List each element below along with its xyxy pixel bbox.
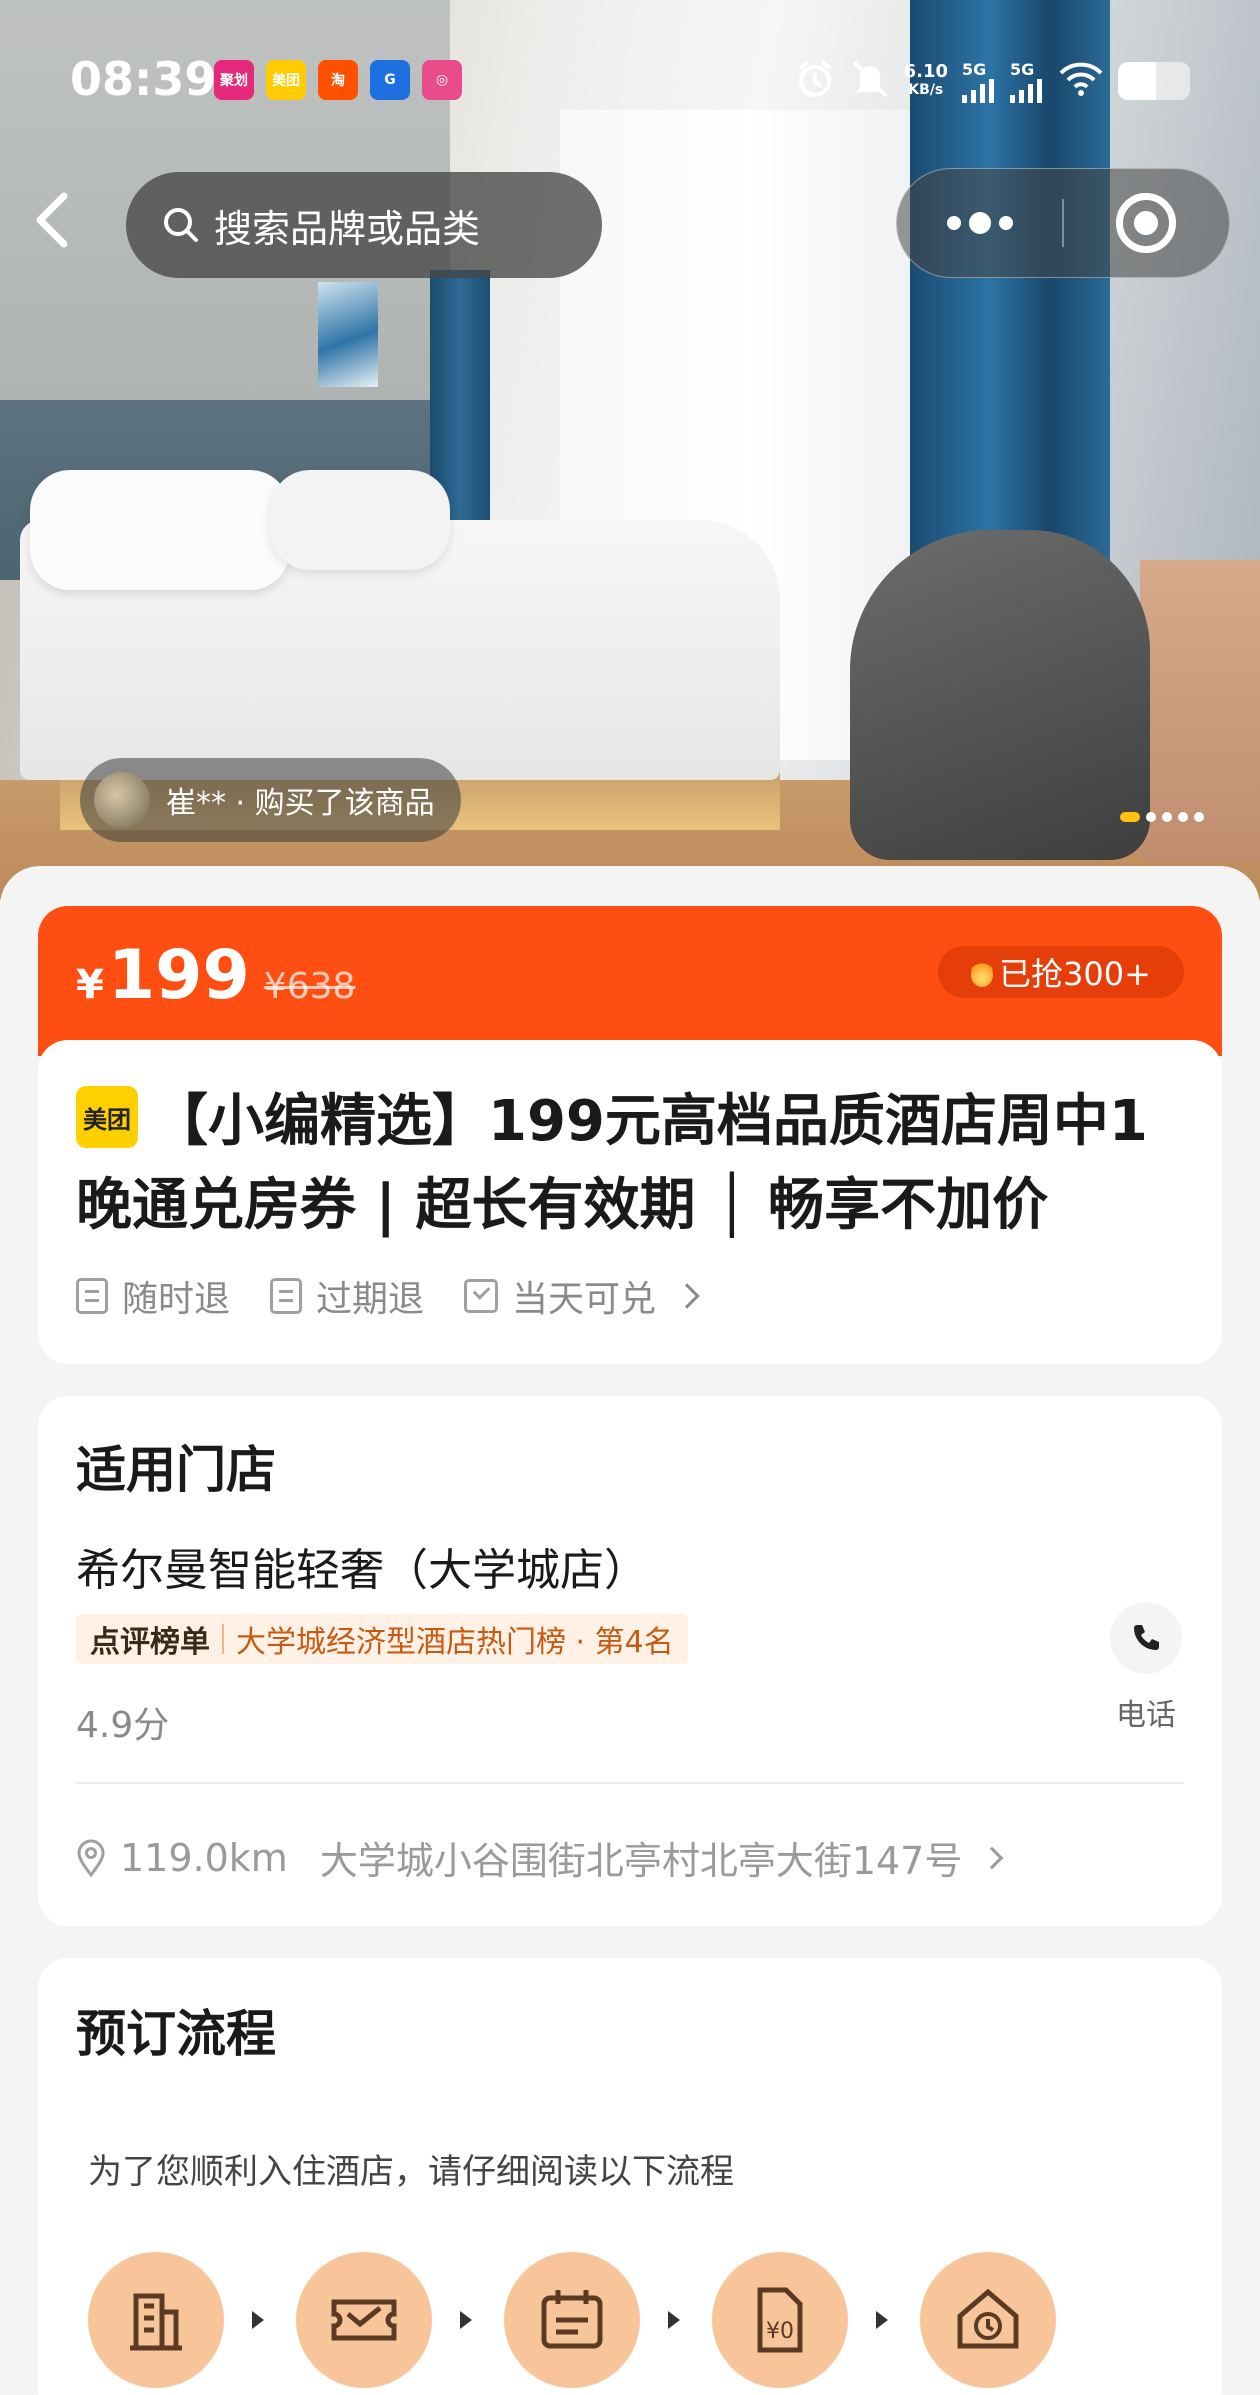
search-icon — [162, 206, 200, 244]
carousel-dot — [1146, 812, 1156, 822]
status-time: 08:39 — [70, 52, 217, 106]
carousel-dot — [1178, 812, 1188, 822]
phone-icon — [1134, 1625, 1159, 1650]
phone-button[interactable] — [1110, 1602, 1182, 1674]
mute-icon — [850, 58, 890, 104]
arrow-right-icon — [876, 2311, 888, 2329]
product-title: 【小编精选】199元高档品质酒店周中1晚通兑房券 | 超长有效期 │ 畅享不加价 — [76, 1089, 1148, 1238]
carousel-dot — [1120, 812, 1140, 822]
store-name[interactable]: 希尔曼智能轻奢（大学城店） — [76, 1534, 648, 1598]
carousel-dot — [1162, 812, 1172, 822]
carousel-indicator — [1120, 812, 1204, 822]
price-current: 199 — [107, 936, 250, 1015]
target-icon — [1116, 193, 1177, 253]
price-currency: ¥ — [76, 962, 104, 1008]
location-pin-icon — [76, 1839, 106, 1878]
ranking-badge[interactable]: 点评榜单 大学城经济型酒店热门榜 · 第4名 — [76, 1614, 688, 1664]
chevron-right-icon — [981, 1846, 1004, 1869]
step-checkin — [920, 2252, 1056, 2388]
meituan-badge: 美团 — [76, 1086, 138, 1148]
step-ticket — [296, 2252, 432, 2388]
more-dot-icon — [998, 216, 1013, 230]
price: ¥ 199 ¥638 — [76, 936, 355, 1015]
store-address-text: 大学城小谷围街北亭村北亭大街147号 — [319, 1839, 963, 1883]
carousel-dot — [1194, 812, 1204, 822]
step-voucher: ¥0 — [712, 2252, 848, 2388]
booking-section-title: 预订流程 — [76, 2005, 276, 2063]
signal-icon-2: 5G — [1010, 60, 1044, 103]
wall-painting — [318, 282, 378, 387]
calendar-icon — [541, 2290, 603, 2349]
tag-refund-anytime: 随时退 — [76, 1270, 230, 1322]
app-icon-4: G — [370, 60, 410, 100]
flame-icon — [971, 957, 994, 987]
sold-text: 已抢300+ — [999, 955, 1151, 993]
search-bar[interactable]: 搜索品牌或品类 — [126, 172, 602, 278]
arrow-right-icon — [252, 2311, 264, 2329]
store-address[interactable]: 119.0km 大学城小谷围街北亭村北亭大街147号 — [76, 1830, 1004, 1885]
signal-icon-1: 5G — [962, 60, 996, 103]
ticket-icon — [331, 2299, 397, 2341]
more-dot-icon — [946, 216, 961, 230]
battery-icon — [1118, 62, 1190, 100]
status-app-icons: 聚划 美团淘 G ◎ — [214, 60, 462, 100]
arrow-right-icon — [668, 2311, 680, 2329]
svg-text:¥0: ¥0 — [766, 2319, 794, 2344]
app-icon-1: 聚划 — [214, 60, 254, 100]
step-calendar — [504, 2252, 640, 2388]
store-score: 4.9分 — [76, 1705, 170, 1746]
building-icon — [130, 2293, 182, 2351]
alarm-icon — [794, 58, 836, 104]
service-tags[interactable]: 随时退 过期退 当天可兑 — [76, 1270, 700, 1322]
store-section-title: 适用门店 — [76, 1441, 276, 1499]
document-icon — [76, 1278, 108, 1314]
document-icon — [270, 1278, 303, 1314]
ranking-text: 大学城经济型酒店热门榜 · 第4名 — [236, 1625, 674, 1660]
chevron-right-icon — [674, 1283, 700, 1309]
chair — [850, 530, 1150, 860]
voucher-icon: ¥0 — [757, 2287, 803, 2353]
net-speed: 6.10 KB/s — [903, 61, 948, 99]
back-button[interactable] — [30, 190, 86, 260]
close-mini-program-button[interactable] — [1064, 169, 1229, 277]
step-building — [88, 2252, 224, 2388]
status-bar: 08:39 聚划 美团淘 G ◎ 6.10 KB/s 5G 5G — [0, 0, 1260, 160]
clock-home-icon — [957, 2288, 1019, 2349]
app-icon-taobao: 淘 — [318, 60, 358, 100]
buyer-notice: 崔** · 购买了该商品 — [80, 758, 461, 842]
avatar — [94, 772, 150, 828]
phone-label: 电话 — [1116, 1698, 1176, 1733]
booking-desc: 为了您顺利入住酒店，请仔细阅读以下流程 — [88, 2152, 734, 2192]
more-button[interactable] — [897, 169, 1062, 277]
tag-same-day: 当天可兑 — [464, 1270, 656, 1322]
app-icon-meituan: 美团 — [266, 60, 306, 100]
sold-badge: 已抢300+ — [938, 946, 1184, 998]
wifi-icon — [1058, 61, 1104, 101]
more-dot-icon — [968, 212, 991, 234]
ranking-brand: 点评榜单 — [90, 1625, 210, 1660]
mini-program-capsule — [896, 168, 1230, 278]
store-distance: 119.0km — [120, 1835, 288, 1880]
tag-refund-expired: 过期退 — [270, 1270, 424, 1322]
search-placeholder: 搜索品牌或品类 — [214, 206, 481, 251]
booking-steps: ¥0 — [88, 2252, 1056, 2388]
calendar-check-icon — [464, 1279, 499, 1313]
buyer-text: 崔** · 购买了该商品 — [166, 786, 435, 821]
price-original: ¥638 — [263, 966, 356, 1007]
arrow-right-icon — [460, 2311, 472, 2329]
app-icon-5: ◎ — [422, 60, 462, 100]
